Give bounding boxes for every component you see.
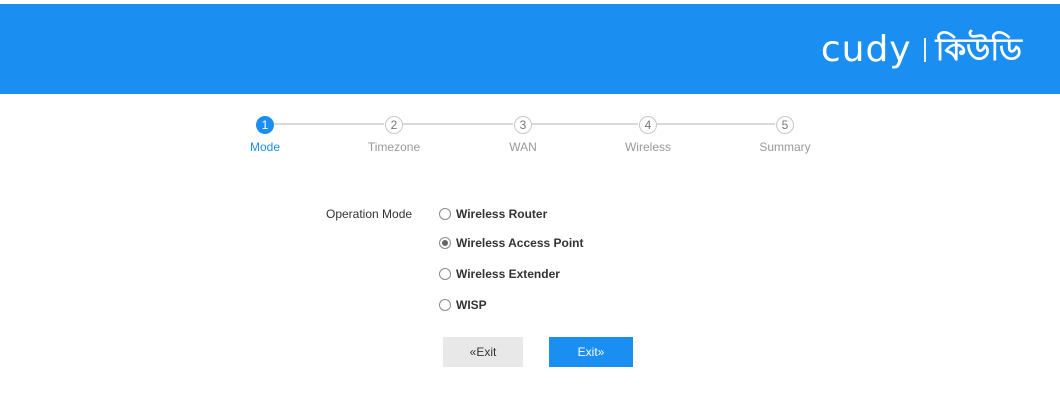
step-connector — [532, 123, 638, 125]
radio-wireless-router[interactable]: Wireless Router — [439, 205, 547, 223]
radio-label: Wireless Extender — [456, 267, 560, 281]
step-3-circle: 3 — [514, 116, 532, 134]
step-connector — [657, 123, 775, 125]
header-bar: cudy কিউডি — [0, 4, 1060, 94]
setup-stepper: 1 2 3 4 5 Mode Timezone WAN Wireless Sum… — [0, 116, 1060, 156]
step-1-circle: 1 — [256, 116, 274, 134]
logo-text-bengali: কিউডি — [935, 32, 1022, 68]
radio-button[interactable] — [439, 299, 451, 311]
previous-button[interactable]: «Exit — [443, 337, 523, 367]
step-connector — [403, 123, 513, 125]
operation-mode-label: Operation Mode — [326, 207, 413, 221]
step-connector — [274, 123, 384, 125]
next-button[interactable]: Exit» — [549, 337, 633, 367]
radio-button[interactable] — [439, 237, 451, 249]
brand-logo: cudy কিউডি — [821, 28, 1022, 72]
radio-wireless-access-point[interactable]: Wireless Access Point — [439, 234, 584, 252]
radio-label: WISP — [456, 298, 487, 312]
radio-wisp[interactable]: WISP — [439, 296, 487, 314]
step-4-circle: 4 — [639, 116, 657, 134]
step-5-circle: 5 — [776, 116, 794, 134]
radio-label: Wireless Access Point — [456, 236, 584, 250]
step-4-label: Wireless — [624, 140, 671, 154]
step-2-circle: 2 — [385, 116, 403, 134]
logo-text: cudy — [820, 29, 912, 70]
step-3-label: WAN — [509, 140, 537, 154]
step-1-label: Mode — [249, 140, 281, 154]
step-2-label: Timezone — [367, 140, 421, 154]
radio-button[interactable] — [439, 208, 451, 220]
step-5-label: Summary — [759, 140, 811, 154]
radio-wireless-extender[interactable]: Wireless Extender — [439, 265, 560, 283]
radio-label: Wireless Router — [456, 207, 548, 221]
logo-divider — [923, 38, 926, 62]
radio-button[interactable] — [439, 268, 451, 280]
